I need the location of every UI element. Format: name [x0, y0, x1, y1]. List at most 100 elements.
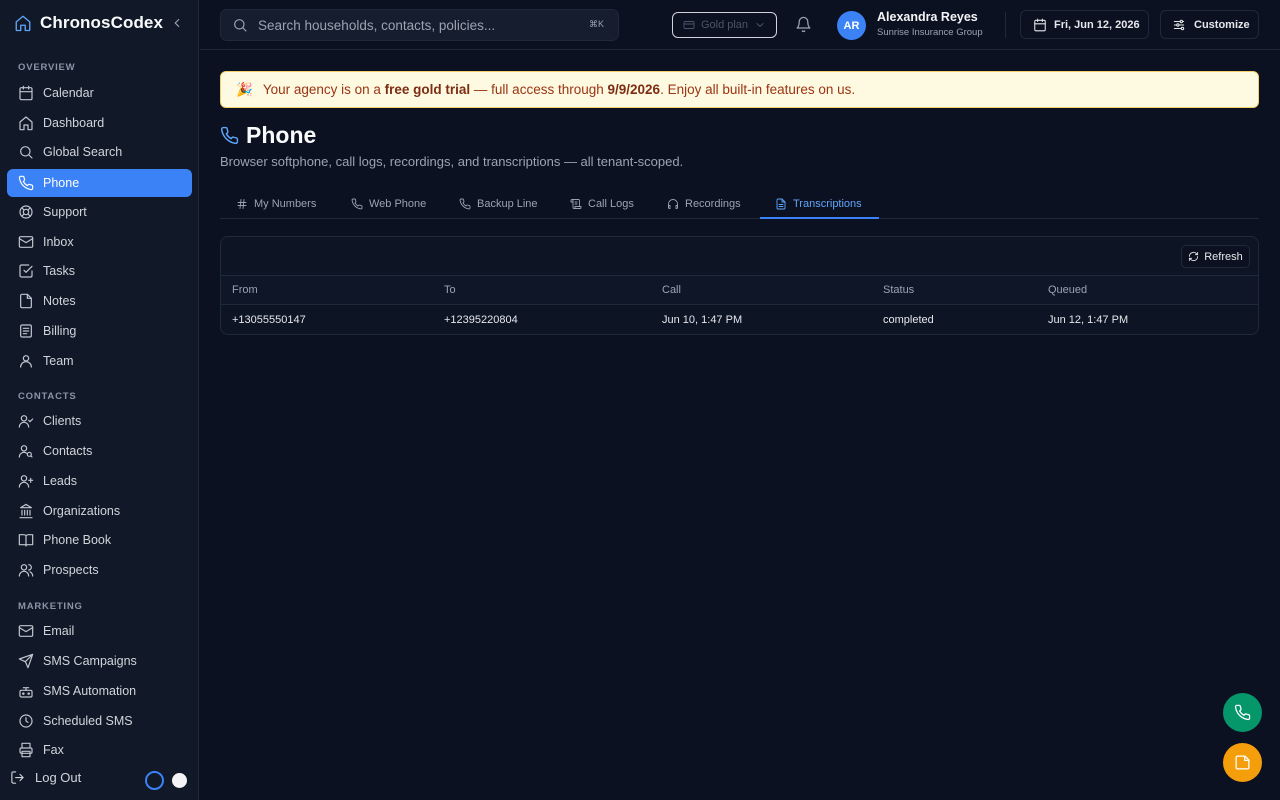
search-box[interactable]: ⌘K	[220, 9, 619, 41]
sidebar-item-dashboard[interactable]: Dashboard	[7, 109, 192, 137]
page-subtitle: Browser softphone, call logs, recordings…	[220, 154, 684, 169]
tab-recordings[interactable]: Recordings	[665, 189, 743, 218]
sidebar-item-support[interactable]: Support	[7, 198, 192, 226]
sidebar-item-contacts[interactable]: Contacts	[7, 437, 192, 465]
sidebar-item-label: Global Search	[43, 145, 123, 159]
tab-transcriptions[interactable]: Transcriptions	[773, 189, 864, 218]
user-name: Alexandra Reyes	[877, 10, 978, 24]
sidebar-item-label: Contacts	[43, 444, 93, 458]
sidebar-item-label: Team	[43, 354, 74, 368]
sidebar-item-prospects[interactable]: Prospects	[7, 556, 192, 584]
bot-icon	[18, 683, 34, 699]
scroll-icon	[570, 198, 582, 210]
table-row[interactable]: +13055550147 +12395220804 Jun 10, 1:47 P…	[221, 305, 1258, 334]
plan-button[interactable]: Gold plan	[672, 12, 777, 38]
mail-icon	[18, 623, 34, 639]
tab-backup-line[interactable]: Backup Line	[457, 189, 540, 218]
sidebar-item-inbox[interactable]: Inbox	[7, 228, 192, 256]
home-icon	[18, 115, 34, 131]
topbar: ⌘K Gold plan AR Alexandra Reyes Sunrise …	[200, 0, 1280, 50]
printer-icon	[18, 742, 34, 758]
page-header: Phone	[220, 122, 316, 149]
banner-bold-trial: free gold trial	[384, 82, 471, 97]
tab-my-numbers[interactable]: My Numbers	[234, 189, 318, 218]
sidebar: ChronosCodex OVERVIEW Calendar Dashboard…	[0, 0, 199, 800]
user-check-icon	[18, 413, 34, 429]
cell-from: +13055550147	[232, 314, 306, 326]
file-icon	[18, 293, 34, 309]
tab-label: Call Logs	[588, 197, 634, 210]
phone-icon	[220, 126, 239, 145]
tab-label: Transcriptions	[793, 197, 862, 210]
sidebar-item-phone[interactable]: Phone	[7, 169, 192, 197]
logout-icon	[10, 770, 25, 785]
brand[interactable]: ChronosCodex	[14, 13, 163, 33]
cell-call: Jun 10, 1:47 PM	[662, 314, 743, 326]
sidebar-item-calendar[interactable]: Calendar	[7, 79, 192, 107]
headphones-icon	[667, 198, 679, 210]
sidebar-item-label: Dashboard	[43, 116, 105, 130]
sidebar-item-email[interactable]: Email	[7, 617, 192, 645]
avatar[interactable]: AR	[837, 11, 866, 40]
bell-icon[interactable]	[795, 16, 812, 33]
section-label-overview: OVERVIEW	[18, 62, 76, 73]
sidebar-item-tasks[interactable]: Tasks	[7, 257, 192, 285]
sidebar-item-label: Inbox	[43, 235, 74, 249]
billing-icon	[18, 323, 34, 339]
phone-icon	[351, 198, 363, 210]
theme-toggle-blue[interactable]	[145, 771, 164, 790]
column-header-queued[interactable]: Queued	[1048, 276, 1087, 304]
column-header-from[interactable]: From	[232, 276, 258, 304]
sidebar-item-sms-automation[interactable]: SMS Automation	[7, 677, 192, 705]
tab-call-logs[interactable]: Call Logs	[568, 189, 636, 218]
sidebar-item-fax[interactable]: Fax	[7, 736, 192, 764]
cell-status: completed	[883, 314, 934, 326]
tab-label: Web Phone	[369, 197, 427, 210]
refresh-label: Refresh	[1204, 250, 1243, 263]
sidebar-item-clients[interactable]: Clients	[7, 407, 192, 435]
search-icon	[18, 144, 34, 160]
search-input[interactable]	[258, 17, 578, 33]
note-fab-button[interactable]	[1223, 743, 1262, 782]
refresh-button[interactable]: Refresh	[1181, 245, 1250, 268]
sidebar-item-leads[interactable]: Leads	[7, 467, 192, 495]
date-label: Fri, Jun 12, 2026	[1054, 18, 1140, 31]
banner-bold-date: 9/9/2026	[607, 82, 661, 97]
collapse-sidebar-icon[interactable]	[170, 16, 184, 30]
sidebar-item-phone-book[interactable]: Phone Book	[7, 526, 192, 554]
column-header-status[interactable]: Status	[883, 276, 914, 304]
tab-label: Backup Line	[477, 197, 538, 210]
sidebar-item-billing[interactable]: Billing	[7, 317, 192, 345]
user-search-icon	[18, 443, 34, 459]
page-title: Phone	[246, 122, 317, 148]
sticky-note-icon	[1234, 754, 1251, 771]
phone-icon	[18, 175, 34, 191]
phone-fab-button[interactable]	[1223, 693, 1262, 732]
sidebar-item-label: Fax	[43, 743, 64, 757]
sidebar-item-team[interactable]: Team	[7, 347, 192, 375]
sidebar-item-sms-campaigns[interactable]: SMS Campaigns	[7, 647, 192, 675]
theme-toggle-light[interactable]	[172, 773, 187, 788]
logout-button[interactable]: Log Out	[10, 770, 81, 785]
column-header-call[interactable]: Call	[662, 276, 681, 304]
users-icon	[18, 562, 34, 578]
sidebar-item-notes[interactable]: Notes	[7, 287, 192, 315]
user-plus-icon	[18, 473, 34, 489]
refresh-icon	[1188, 251, 1199, 262]
book-icon	[18, 532, 34, 548]
sidebar-item-scheduled-sms[interactable]: Scheduled SMS	[7, 707, 192, 735]
section-label-marketing: MARKETING	[18, 601, 83, 612]
sidebar-item-label: Phone	[43, 176, 80, 190]
column-header-to[interactable]: To	[444, 276, 456, 304]
date-button[interactable]: Fri, Jun 12, 2026	[1020, 10, 1149, 39]
banner-text-3: . Enjoy all built-in features on us.	[660, 82, 856, 97]
landmark-icon	[18, 503, 34, 519]
tab-web-phone[interactable]: Web Phone	[349, 189, 428, 218]
sidebar-item-label: SMS Automation	[43, 684, 137, 698]
sidebar-item-organizations[interactable]: Organizations	[7, 497, 192, 525]
customize-button[interactable]: Customize	[1160, 10, 1259, 39]
sidebar-item-label: Email	[43, 624, 75, 638]
file-text-icon	[775, 198, 787, 210]
sidebar-item-global-search[interactable]: Global Search	[7, 138, 192, 166]
active-tab-indicator	[760, 217, 879, 219]
